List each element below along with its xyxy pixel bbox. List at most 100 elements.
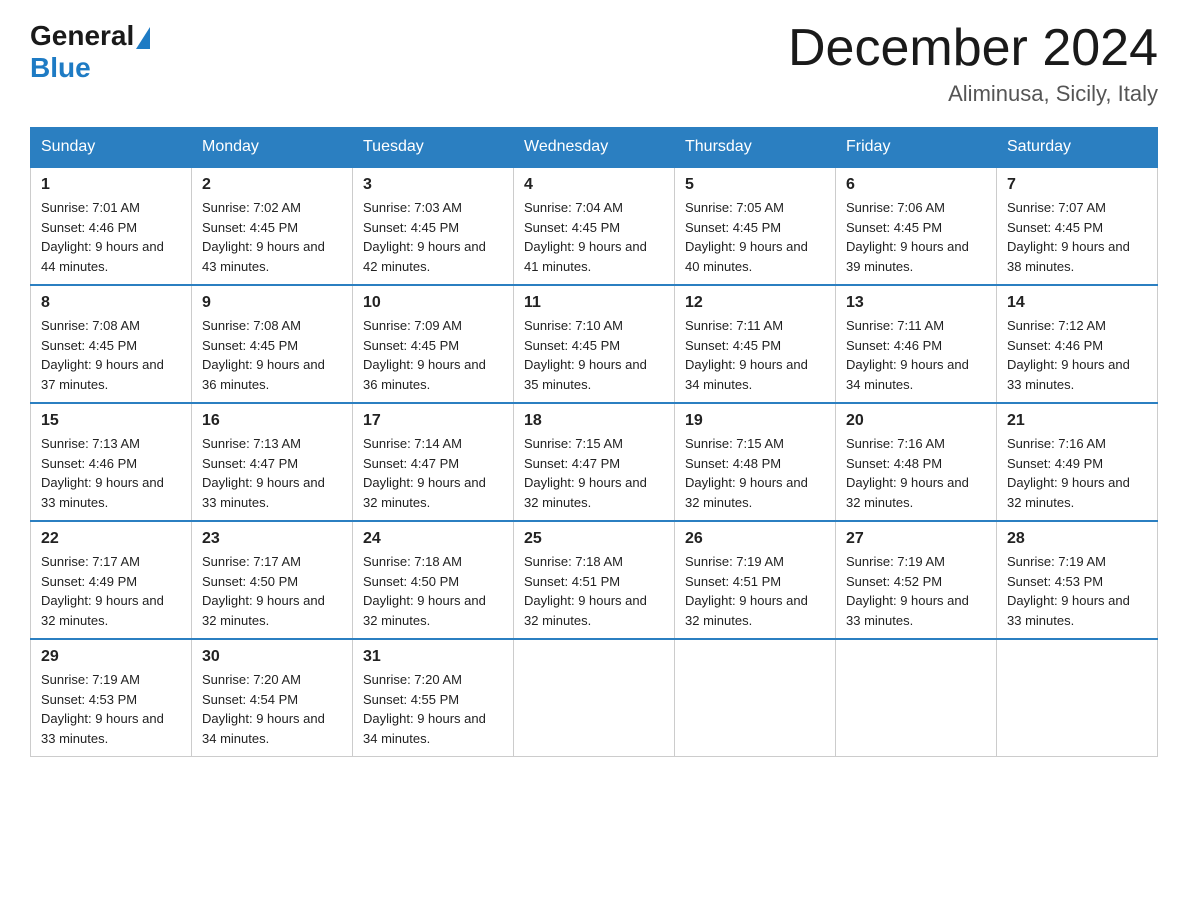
- day-number: 4: [524, 176, 664, 194]
- day-number: 31: [363, 648, 503, 666]
- day-number: 24: [363, 530, 503, 548]
- day-number: 9: [202, 294, 342, 312]
- day-info: Sunrise: 7:19 AMSunset: 4:51 PMDaylight:…: [685, 554, 808, 628]
- day-number: 2: [202, 176, 342, 194]
- table-row: 8 Sunrise: 7:08 AMSunset: 4:45 PMDayligh…: [31, 285, 192, 403]
- table-row: 2 Sunrise: 7:02 AMSunset: 4:45 PMDayligh…: [192, 167, 353, 285]
- day-number: 22: [41, 530, 181, 548]
- header-thursday: Thursday: [675, 128, 836, 168]
- day-number: 30: [202, 648, 342, 666]
- day-info: Sunrise: 7:19 AMSunset: 4:53 PMDaylight:…: [41, 672, 164, 746]
- table-row: 5 Sunrise: 7:05 AMSunset: 4:45 PMDayligh…: [675, 167, 836, 285]
- table-row: 12 Sunrise: 7:11 AMSunset: 4:45 PMDaylig…: [675, 285, 836, 403]
- logo-blue-text: Blue: [30, 52, 91, 83]
- logo-triangle-icon: [136, 27, 150, 49]
- table-row: 4 Sunrise: 7:04 AMSunset: 4:45 PMDayligh…: [514, 167, 675, 285]
- weekday-header-row: Sunday Monday Tuesday Wednesday Thursday…: [31, 128, 1158, 168]
- day-info: Sunrise: 7:20 AMSunset: 4:55 PMDaylight:…: [363, 672, 486, 746]
- day-info: Sunrise: 7:09 AMSunset: 4:45 PMDaylight:…: [363, 318, 486, 392]
- day-number: 14: [1007, 294, 1147, 312]
- table-row: 29 Sunrise: 7:19 AMSunset: 4:53 PMDaylig…: [31, 639, 192, 757]
- title-block: December 2024 Aliminusa, Sicily, Italy: [788, 20, 1158, 107]
- day-info: Sunrise: 7:04 AMSunset: 4:45 PMDaylight:…: [524, 200, 647, 274]
- day-number: 3: [363, 176, 503, 194]
- table-row: 19 Sunrise: 7:15 AMSunset: 4:48 PMDaylig…: [675, 403, 836, 521]
- day-number: 29: [41, 648, 181, 666]
- day-info: Sunrise: 7:19 AMSunset: 4:52 PMDaylight:…: [846, 554, 969, 628]
- header-monday: Monday: [192, 128, 353, 168]
- day-info: Sunrise: 7:18 AMSunset: 4:50 PMDaylight:…: [363, 554, 486, 628]
- day-info: Sunrise: 7:10 AMSunset: 4:45 PMDaylight:…: [524, 318, 647, 392]
- table-row: [997, 639, 1158, 757]
- week-row-1: 1 Sunrise: 7:01 AMSunset: 4:46 PMDayligh…: [31, 167, 1158, 285]
- table-row: 9 Sunrise: 7:08 AMSunset: 4:45 PMDayligh…: [192, 285, 353, 403]
- day-info: Sunrise: 7:11 AMSunset: 4:45 PMDaylight:…: [685, 318, 808, 392]
- table-row: 31 Sunrise: 7:20 AMSunset: 4:55 PMDaylig…: [353, 639, 514, 757]
- table-row: 7 Sunrise: 7:07 AMSunset: 4:45 PMDayligh…: [997, 167, 1158, 285]
- day-info: Sunrise: 7:17 AMSunset: 4:49 PMDaylight:…: [41, 554, 164, 628]
- month-title: December 2024: [788, 20, 1158, 77]
- day-info: Sunrise: 7:15 AMSunset: 4:48 PMDaylight:…: [685, 436, 808, 510]
- day-info: Sunrise: 7:19 AMSunset: 4:53 PMDaylight:…: [1007, 554, 1130, 628]
- table-row: 26 Sunrise: 7:19 AMSunset: 4:51 PMDaylig…: [675, 521, 836, 639]
- day-number: 17: [363, 412, 503, 430]
- day-number: 21: [1007, 412, 1147, 430]
- day-info: Sunrise: 7:16 AMSunset: 4:48 PMDaylight:…: [846, 436, 969, 510]
- table-row: 27 Sunrise: 7:19 AMSunset: 4:52 PMDaylig…: [836, 521, 997, 639]
- header-tuesday: Tuesday: [353, 128, 514, 168]
- table-row: 3 Sunrise: 7:03 AMSunset: 4:45 PMDayligh…: [353, 167, 514, 285]
- day-number: 18: [524, 412, 664, 430]
- day-number: 1: [41, 176, 181, 194]
- day-info: Sunrise: 7:15 AMSunset: 4:47 PMDaylight:…: [524, 436, 647, 510]
- logo-general-text: General: [30, 20, 134, 52]
- week-row-5: 29 Sunrise: 7:19 AMSunset: 4:53 PMDaylig…: [31, 639, 1158, 757]
- day-number: 16: [202, 412, 342, 430]
- day-number: 11: [524, 294, 664, 312]
- day-info: Sunrise: 7:13 AMSunset: 4:46 PMDaylight:…: [41, 436, 164, 510]
- logo: General Blue: [30, 20, 152, 84]
- table-row: 24 Sunrise: 7:18 AMSunset: 4:50 PMDaylig…: [353, 521, 514, 639]
- table-row: 20 Sunrise: 7:16 AMSunset: 4:48 PMDaylig…: [836, 403, 997, 521]
- day-info: Sunrise: 7:03 AMSunset: 4:45 PMDaylight:…: [363, 200, 486, 274]
- day-info: Sunrise: 7:01 AMSunset: 4:46 PMDaylight:…: [41, 200, 164, 274]
- page-header: General Blue December 2024 Aliminusa, Si…: [30, 20, 1158, 107]
- day-info: Sunrise: 7:18 AMSunset: 4:51 PMDaylight:…: [524, 554, 647, 628]
- table-row: 1 Sunrise: 7:01 AMSunset: 4:46 PMDayligh…: [31, 167, 192, 285]
- day-number: 12: [685, 294, 825, 312]
- table-row: 25 Sunrise: 7:18 AMSunset: 4:51 PMDaylig…: [514, 521, 675, 639]
- table-row: 11 Sunrise: 7:10 AMSunset: 4:45 PMDaylig…: [514, 285, 675, 403]
- table-row: 28 Sunrise: 7:19 AMSunset: 4:53 PMDaylig…: [997, 521, 1158, 639]
- day-info: Sunrise: 7:06 AMSunset: 4:45 PMDaylight:…: [846, 200, 969, 274]
- table-row: 23 Sunrise: 7:17 AMSunset: 4:50 PMDaylig…: [192, 521, 353, 639]
- table-row: 16 Sunrise: 7:13 AMSunset: 4:47 PMDaylig…: [192, 403, 353, 521]
- day-number: 13: [846, 294, 986, 312]
- day-info: Sunrise: 7:08 AMSunset: 4:45 PMDaylight:…: [41, 318, 164, 392]
- week-row-4: 22 Sunrise: 7:17 AMSunset: 4:49 PMDaylig…: [31, 521, 1158, 639]
- table-row: 30 Sunrise: 7:20 AMSunset: 4:54 PMDaylig…: [192, 639, 353, 757]
- day-number: 23: [202, 530, 342, 548]
- table-row: 10 Sunrise: 7:09 AMSunset: 4:45 PMDaylig…: [353, 285, 514, 403]
- day-number: 19: [685, 412, 825, 430]
- table-row: 22 Sunrise: 7:17 AMSunset: 4:49 PMDaylig…: [31, 521, 192, 639]
- day-info: Sunrise: 7:14 AMSunset: 4:47 PMDaylight:…: [363, 436, 486, 510]
- day-number: 26: [685, 530, 825, 548]
- day-number: 10: [363, 294, 503, 312]
- table-row: [836, 639, 997, 757]
- table-row: 6 Sunrise: 7:06 AMSunset: 4:45 PMDayligh…: [836, 167, 997, 285]
- day-info: Sunrise: 7:02 AMSunset: 4:45 PMDaylight:…: [202, 200, 325, 274]
- table-row: 18 Sunrise: 7:15 AMSunset: 4:47 PMDaylig…: [514, 403, 675, 521]
- week-row-3: 15 Sunrise: 7:13 AMSunset: 4:46 PMDaylig…: [31, 403, 1158, 521]
- day-info: Sunrise: 7:07 AMSunset: 4:45 PMDaylight:…: [1007, 200, 1130, 274]
- day-info: Sunrise: 7:05 AMSunset: 4:45 PMDaylight:…: [685, 200, 808, 274]
- table-row: 14 Sunrise: 7:12 AMSunset: 4:46 PMDaylig…: [997, 285, 1158, 403]
- day-info: Sunrise: 7:13 AMSunset: 4:47 PMDaylight:…: [202, 436, 325, 510]
- location-subtitle: Aliminusa, Sicily, Italy: [788, 81, 1158, 107]
- table-row: 21 Sunrise: 7:16 AMSunset: 4:49 PMDaylig…: [997, 403, 1158, 521]
- week-row-2: 8 Sunrise: 7:08 AMSunset: 4:45 PMDayligh…: [31, 285, 1158, 403]
- day-info: Sunrise: 7:20 AMSunset: 4:54 PMDaylight:…: [202, 672, 325, 746]
- table-row: [675, 639, 836, 757]
- day-number: 5: [685, 176, 825, 194]
- table-row: 17 Sunrise: 7:14 AMSunset: 4:47 PMDaylig…: [353, 403, 514, 521]
- table-row: [514, 639, 675, 757]
- day-number: 27: [846, 530, 986, 548]
